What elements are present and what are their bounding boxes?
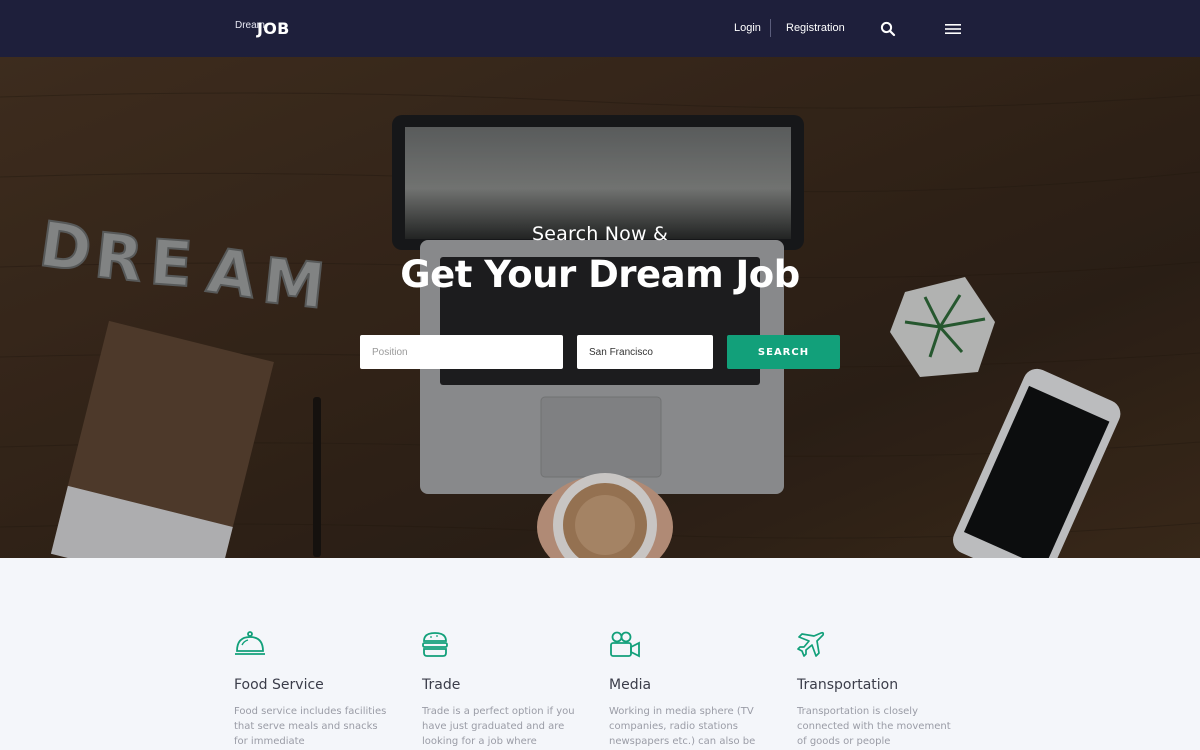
hero-title: Get Your Dream Job (400, 253, 800, 296)
hero-section: D R E A M Search Now & Get Your Dream Jo… (0, 57, 1200, 558)
search-icon[interactable] (880, 21, 896, 37)
airplane-icon (797, 631, 829, 659)
category-title: Media (609, 677, 652, 693)
category-description: Trade is a perfect option if you have ju… (422, 706, 575, 747)
top-navbar: Dream JOB Login Registration (0, 0, 1200, 57)
hero-pre-title: Search Now & (532, 223, 668, 245)
location-input[interactable] (577, 335, 713, 369)
video-camera-icon (609, 631, 641, 659)
burger-icon (422, 631, 454, 659)
food-cloche-icon (234, 631, 266, 659)
category-description: Working in media sphere (TV companies, r… (609, 706, 756, 747)
hamburger-menu-icon[interactable] (945, 22, 961, 34)
category-title: Food Service (234, 677, 324, 693)
category-description: Food service includes facilities that se… (234, 706, 387, 747)
logo-big-text: JOB (257, 19, 290, 38)
category-title: Transportation (797, 677, 899, 693)
job-categories-section: Food Service Food service includes facil… (0, 558, 1200, 750)
nav-divider (770, 19, 771, 37)
registration-link[interactable]: Registration (786, 22, 845, 34)
category-title: Trade (422, 677, 461, 693)
login-link[interactable]: Login (734, 22, 761, 34)
hero-overlay (0, 57, 1200, 558)
search-button[interactable]: SEARCH (727, 335, 840, 369)
category-description: Transportation is closely connected with… (797, 706, 951, 747)
position-input[interactable] (360, 335, 563, 369)
